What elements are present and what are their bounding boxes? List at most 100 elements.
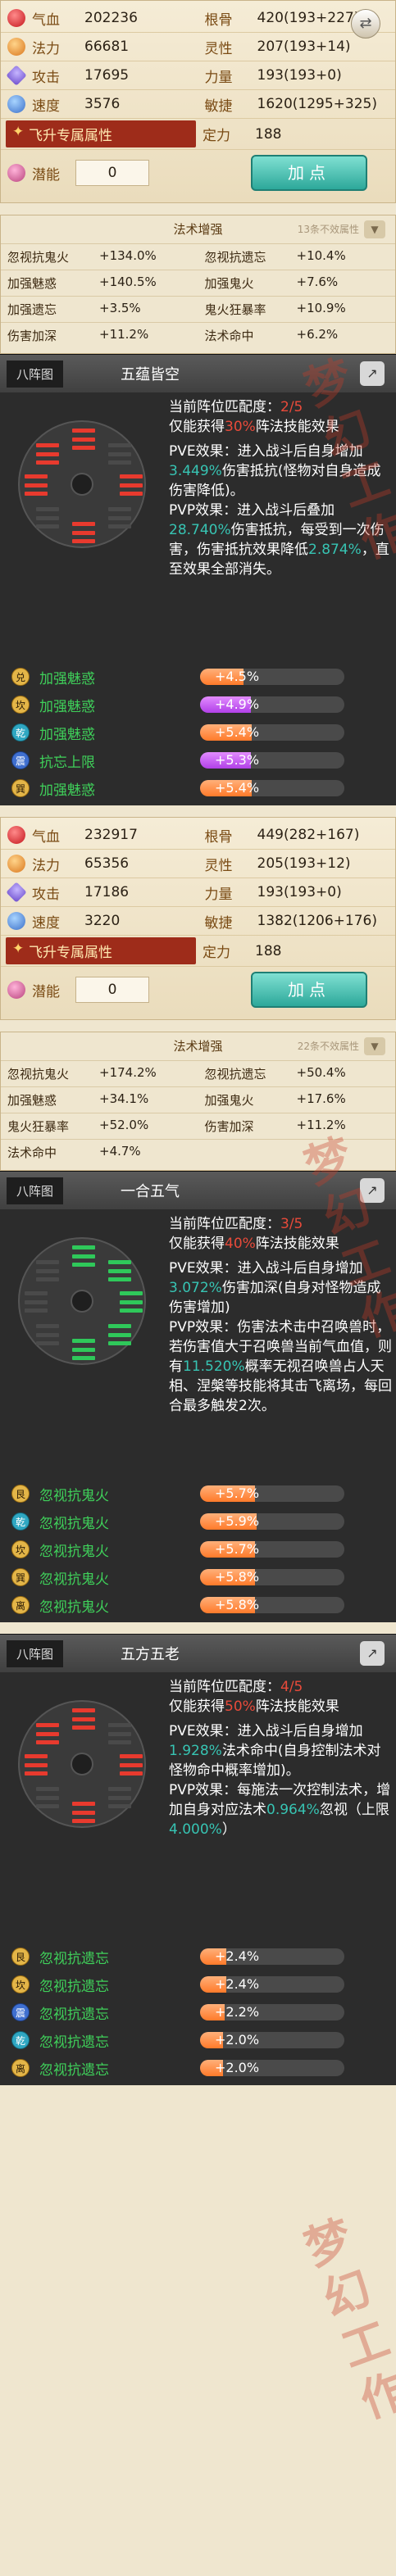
- potential-row: 潜能 0 加点: [1, 967, 395, 1013]
- formation-effects: 艮忽视抗鬼火 +5.7% 乾忽视抗鬼火 +5.9% 坎忽视抗鬼火 +5.7% 巽忽视抗鬼火 +…: [0, 1480, 396, 1622]
- effect-name: 加强魅惑: [39, 670, 95, 687]
- match-prefix: 当前阵位匹配度：: [169, 1679, 280, 1695]
- trigram-line: [108, 1731, 131, 1736]
- stat-label: 力量: [204, 69, 233, 86]
- boost-key: 鬼火狂暴率: [204, 302, 266, 317]
- boost-value: +11.2%: [99, 327, 149, 342]
- trigram-line: [108, 1260, 131, 1264]
- section-gap: [0, 2085, 396, 2097]
- chevron-down-icon[interactable]: ▼: [364, 220, 385, 238]
- effect-value: +2.4%: [215, 1948, 260, 1964]
- ascend-attribute-label[interactable]: 飞升专属属性: [6, 937, 196, 964]
- effect-name: 忽视抗遗忘: [39, 2006, 109, 2023]
- trigram-line: [36, 1740, 59, 1744]
- trigram-icon: [108, 1324, 131, 1345]
- gain-suffix: 阵法技能效果: [255, 1236, 339, 1252]
- stat-label: 气血: [32, 828, 60, 846]
- match-line: 当前阵位匹配度：4/5: [169, 1677, 392, 1697]
- gain-prefix: 仅能获得: [169, 1236, 225, 1252]
- pve-value: 3.072%: [169, 1280, 222, 1296]
- effect-row: 兑加强魅惑 +4.5%: [0, 663, 396, 691]
- trigram-line: [36, 1268, 59, 1273]
- boost-value: +17.6%: [296, 1091, 346, 1106]
- trigram-line: [108, 1277, 131, 1281]
- match-value: 3/5: [280, 1216, 303, 1232]
- boost-cell: 加强鬼火 +17.6%: [198, 1091, 396, 1109]
- watermark: 梦幻工作: [298, 2211, 396, 2429]
- stat-label: 法力: [32, 857, 60, 874]
- stat-value: 65356: [84, 855, 130, 872]
- stat-atk: 攻击 17695: [1, 65, 198, 86]
- trigram-line: [72, 1347, 95, 1352]
- add-points-button[interactable]: 加点: [251, 972, 367, 1008]
- effect-row: 巽加强魅惑 +5.4%: [0, 774, 396, 802]
- boost-key: 加强遗忘: [7, 302, 57, 317]
- boost-value: +4.7%: [99, 1144, 141, 1159]
- stat-bone: 根骨 449(282+167): [198, 825, 396, 846]
- stat-value: 188: [255, 942, 282, 959]
- effect-row: 巽忽视抗鬼火 +5.8%: [0, 1563, 396, 1591]
- add-points-button[interactable]: 加点: [251, 155, 367, 191]
- trigram-line: [25, 1771, 48, 1776]
- match-line: 当前阵位匹配度：2/5: [169, 397, 392, 417]
- effect-row: 乾忽视抗鬼火 +5.9%: [0, 1508, 396, 1535]
- effect-value: +2.0%: [215, 2032, 260, 2048]
- stat-agi: 敏捷 1382(1206+176): [198, 911, 396, 932]
- trigram-line: [108, 1268, 131, 1273]
- gain-line: 仅能获得40%阵法技能效果: [169, 1234, 392, 1254]
- stat-label: 敏捷: [204, 914, 233, 932]
- trigram-badge: 巽: [11, 779, 30, 797]
- trigram-line: [25, 1754, 48, 1758]
- trigram-line: [108, 460, 131, 465]
- boost-cell: 加强魅惑 +34.1%: [1, 1091, 198, 1109]
- gain-line: 仅能获得30%阵法技能效果: [169, 417, 392, 437]
- potential-icon: [7, 981, 25, 999]
- boost-cell: 鬼火狂暴率 +52.0%: [1, 1118, 198, 1135]
- ascend-row: 飞升专属属性定力 188: [1, 936, 395, 967]
- chevron-down-icon[interactable]: ▼: [364, 1037, 385, 1055]
- ascend-row: 飞升专属属性定力 188: [1, 119, 395, 150]
- section-gap: [0, 203, 396, 215]
- effect-value: +5.7%: [215, 1541, 260, 1557]
- stat-value: 449(282+167): [257, 827, 360, 843]
- ascend-attribute-label[interactable]: 飞升专属属性: [6, 120, 196, 147]
- stat-value: 1620(1295+325): [257, 96, 377, 112]
- formation-tag: 八阵图: [7, 360, 64, 388]
- stat-value: 17186: [84, 884, 130, 900]
- effect-value: +2.4%: [215, 1976, 260, 1992]
- share-icon[interactable]: ↗: [360, 361, 385, 386]
- pvp-value-2: 4.000%: [169, 1821, 222, 1838]
- share-icon[interactable]: ↗: [360, 1178, 385, 1203]
- trigram-badge: 乾: [11, 2031, 30, 2049]
- swap-icon[interactable]: ⇄: [351, 9, 380, 39]
- boost-value: +7.6%: [296, 274, 339, 289]
- trigram-line: [108, 1740, 131, 1744]
- effect-name: 加强魅惑: [39, 698, 95, 715]
- gain-value: 30%: [225, 419, 256, 435]
- pvp-tail: ）: [221, 1821, 236, 1838]
- page-root: 气血 202236 根骨 420(193+227) 法力 66681 灵性 207(193+1…: [0, 0, 396, 2576]
- effect-name: 加强魅惑: [39, 782, 95, 799]
- share-icon[interactable]: ↗: [360, 1641, 385, 1666]
- formation-panel: 八阵图 五蕴皆空 ↗ 当前阵位匹配度：2/5 仅能获得30%阵法技能效果 PVE效果：进入…: [0, 354, 396, 805]
- stat-value: 202236: [84, 10, 138, 26]
- trigram-line: [120, 1771, 143, 1776]
- effect-name: 忽视抗鬼火: [39, 1515, 109, 1532]
- effect-name: 忽视抗鬼火: [39, 1487, 109, 1504]
- spd-icon: [7, 912, 25, 930]
- stat-atk: 攻击 17186: [1, 882, 198, 903]
- match-value: 4/5: [280, 1679, 303, 1695]
- stat-label: 灵性: [204, 857, 233, 874]
- boost-cell: 加强魅惑 +140.5%: [1, 274, 198, 292]
- trigram-line: [108, 1804, 131, 1808]
- trigram-line: [120, 1754, 143, 1758]
- stat-value: 193(193+0): [257, 67, 342, 84]
- section-gap: [0, 1622, 396, 1634]
- potential-icon: [7, 164, 25, 182]
- trigram-line: [25, 1762, 48, 1767]
- pve-text: PVE效果：进入战斗后自身增加: [169, 1260, 363, 1277]
- boost-key: 忽视抗鬼火: [7, 1067, 70, 1082]
- stat-row: 攻击 17186 力量 193(193+0): [1, 878, 395, 907]
- boost-row: 忽视抗鬼火 +134.0% 忽视抗遗忘 +10.4%: [1, 243, 395, 270]
- stat-label: 速度: [32, 914, 60, 932]
